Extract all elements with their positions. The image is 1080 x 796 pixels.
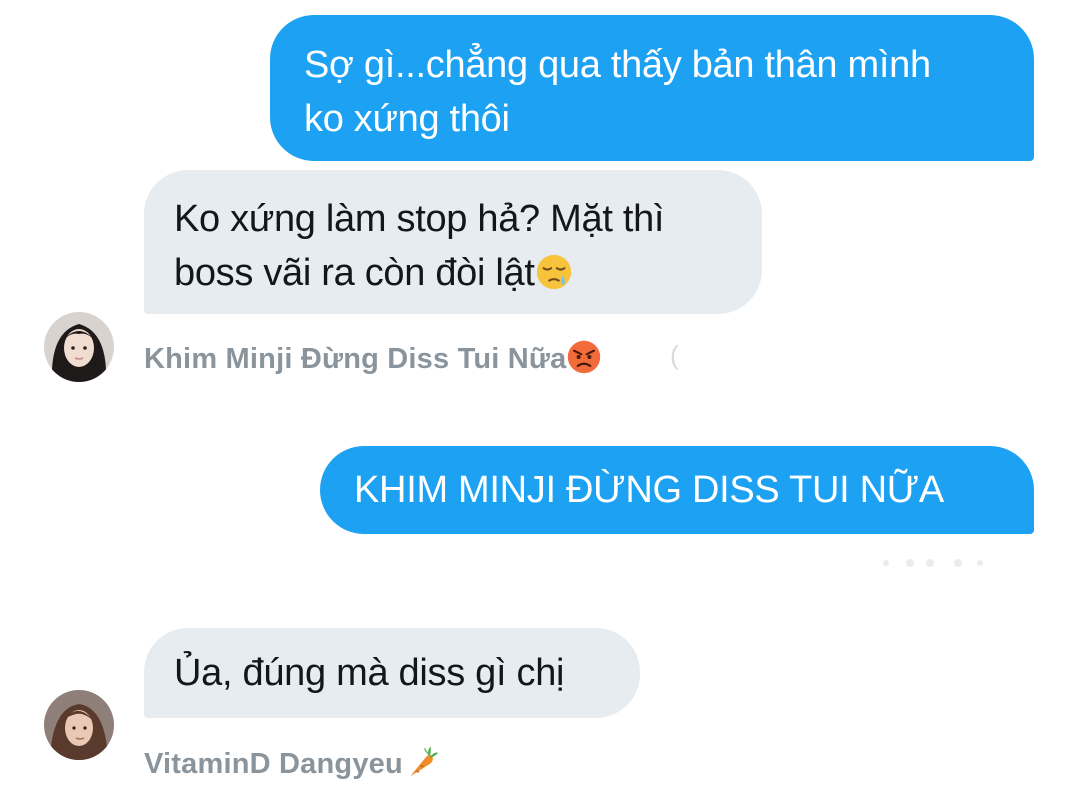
profile-photo-icon xyxy=(44,312,114,382)
message-text-line: KHIM MINJI ĐỪNG DISS TUI NỮA xyxy=(354,469,944,511)
angry-face-emoji-icon xyxy=(568,340,601,374)
avatar[interactable] xyxy=(44,690,114,760)
outgoing-message-bubble[interactable]: KHIM MINJI ĐỪNG DISS TUI NỮA xyxy=(320,446,1034,534)
message-text: boss vãi ra còn đòi lật xyxy=(174,252,535,294)
incoming-message-bubble[interactable]: Ko xứng làm stop hả? Mặt thì boss vãi ra… xyxy=(144,170,762,314)
sender-name[interactable]: Khim Minji Đừng Diss Tui Nữa xyxy=(144,339,602,376)
carrot-emoji-icon xyxy=(410,746,438,777)
read-receipt-icon: ( xyxy=(670,340,679,370)
sender-name-text: Khim Minji Đừng Diss Tui Nữa xyxy=(144,343,567,375)
message-text-line: ko xứng thôi xyxy=(304,98,510,140)
profile-photo-icon xyxy=(44,690,114,760)
outgoing-message-bubble[interactable]: Sợ gì...chẳng qua thấy bản thân mình ko … xyxy=(270,15,1034,161)
message-text-line: Sợ gì...chẳng qua thấy bản thân mình xyxy=(304,44,931,86)
sleepy-face-emoji-icon xyxy=(536,254,571,290)
sender-name-text: VitaminD Dangyeu xyxy=(144,748,403,780)
incoming-message-bubble[interactable]: Ủa, đúng mà diss gì chị xyxy=(144,628,640,718)
message-text-line-with-emoji: boss vãi ra còn đòi lật xyxy=(174,246,742,300)
sender-name[interactable]: VitaminD Dangyeu xyxy=(144,744,439,781)
message-text-line: Ủa, đúng mà diss gì chị xyxy=(174,652,565,694)
avatar[interactable] xyxy=(44,312,114,382)
faded-timestamp xyxy=(883,559,983,567)
message-text-line: Ko xứng làm stop hả? Mặt thì xyxy=(174,198,665,240)
